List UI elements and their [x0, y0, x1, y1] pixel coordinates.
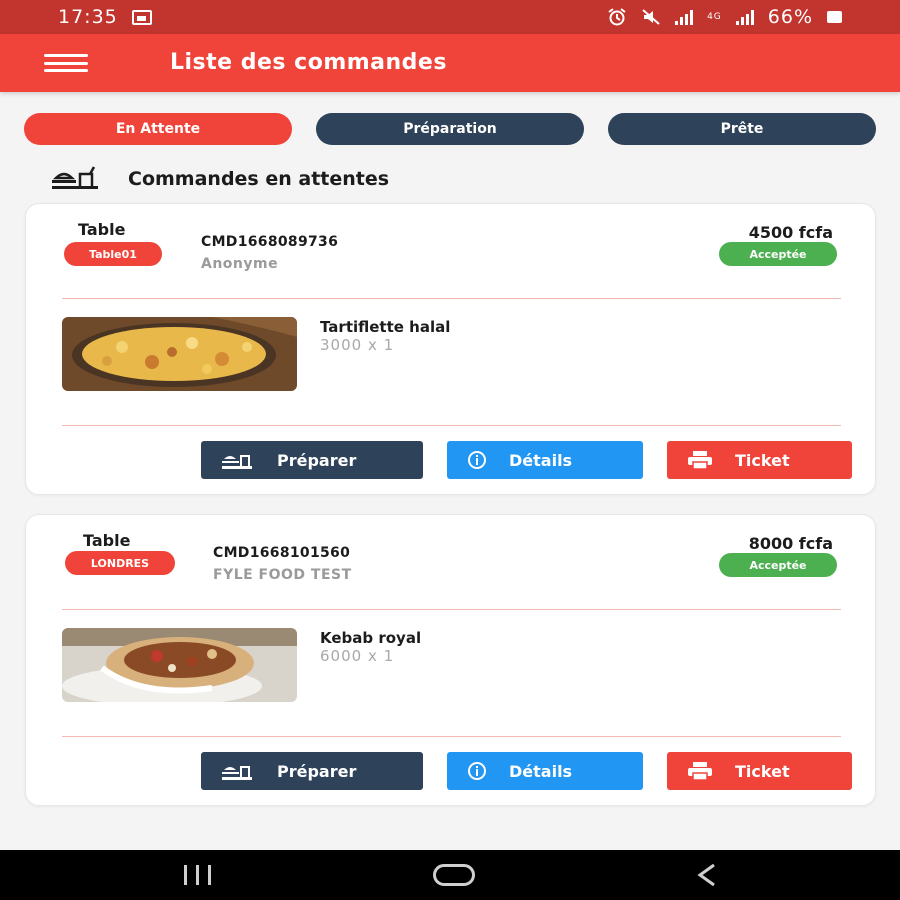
divider — [62, 609, 841, 610]
status-bar: 17:35 4G 66% — [0, 0, 900, 34]
back-icon[interactable] — [692, 861, 722, 889]
status-time: 17:35 — [58, 6, 118, 28]
status-badge: Acceptée — [719, 553, 837, 577]
alarm-icon — [608, 8, 626, 26]
table-badge: LONDRES — [65, 551, 175, 575]
gallery-notification-icon — [131, 9, 152, 25]
section-title: Commandes en attentes — [128, 168, 390, 190]
food-image-kebab — [62, 628, 297, 702]
food-image-tartiflette — [62, 317, 297, 391]
divider — [62, 425, 841, 426]
prepare-label: Préparer — [277, 450, 357, 470]
app-bar: Liste des commandes — [0, 34, 900, 92]
prepare-button[interactable]: Préparer — [201, 752, 423, 790]
tab-en-attente[interactable]: En Attente — [24, 113, 292, 145]
item-quantity: 3000 x 1 — [320, 336, 395, 354]
food-tray-icon — [52, 166, 98, 189]
order-total: 4500 fcfa — [748, 223, 833, 242]
info-icon — [468, 762, 486, 780]
order-total: 8000 fcfa — [748, 534, 833, 553]
info-icon — [468, 451, 486, 469]
client-name: FYLE FOOD TEST — [213, 567, 352, 583]
page-title: Liste des commandes — [170, 50, 447, 75]
printer-icon — [688, 762, 712, 781]
divider — [62, 736, 841, 737]
tab-preparation[interactable]: Préparation — [316, 113, 584, 145]
status-badge: Acceptée — [719, 242, 837, 266]
hamburger-menu-icon[interactable] — [44, 54, 88, 72]
food-tray-icon — [222, 766, 252, 780]
details-label: Détails — [509, 761, 573, 781]
signal-icon — [675, 9, 694, 25]
item-name: Kebab royal — [320, 629, 422, 647]
recent-apps-icon[interactable] — [184, 865, 211, 885]
order-id: CMD1668101560 — [213, 545, 351, 561]
network-type: 4G — [707, 11, 722, 22]
order-id: CMD1668089736 — [201, 234, 339, 250]
ticket-button[interactable]: Ticket — [667, 441, 852, 479]
ticket-label: Ticket — [735, 761, 790, 781]
battery-icon — [827, 11, 842, 23]
ticket-label: Ticket — [735, 450, 790, 470]
order-card: Table Table01 CMD1668089736 Anonyme 4500… — [25, 203, 876, 495]
home-icon[interactable] — [433, 864, 475, 886]
client-name: Anonyme — [201, 256, 279, 272]
printer-icon — [688, 451, 712, 470]
table-label: Table — [78, 220, 126, 239]
signal-icon-2 — [735, 9, 754, 25]
details-label: Détails — [509, 450, 573, 470]
prepare-button[interactable]: Préparer — [201, 441, 423, 479]
details-button[interactable]: Détails — [447, 441, 643, 479]
tab-prete[interactable]: Prête — [608, 113, 876, 145]
table-badge: Table01 — [64, 242, 162, 266]
item-name: Tartiflette halal — [320, 318, 451, 336]
system-nav-bar — [0, 850, 900, 900]
item-quantity: 6000 x 1 — [320, 647, 395, 665]
battery-level: 66% — [767, 6, 813, 28]
details-button[interactable]: Détails — [447, 752, 643, 790]
table-label: Table — [83, 531, 131, 550]
food-tray-icon — [222, 455, 252, 469]
divider — [62, 298, 841, 299]
ticket-button[interactable]: Ticket — [667, 752, 852, 790]
mute-icon — [642, 9, 660, 25]
order-card: Table LONDRES CMD1668101560 FYLE FOOD TE… — [25, 514, 876, 806]
prepare-label: Préparer — [277, 761, 357, 781]
